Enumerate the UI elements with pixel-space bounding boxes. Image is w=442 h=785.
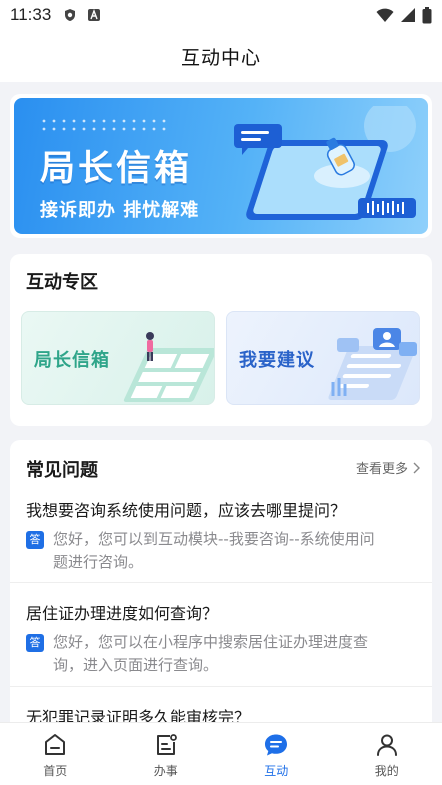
tab-label: 首页 <box>43 764 68 778</box>
chat-icon <box>265 734 288 756</box>
interact-zone-title-text: 互动专区 <box>26 272 98 293</box>
tab-home[interactable]: 首页 <box>0 723 111 785</box>
profile-icon <box>376 734 397 756</box>
faq-question: 居住证办理进度如何查询？ <box>26 604 219 623</box>
status-time: 11:33 <box>10 5 52 24</box>
faq-more-label: 查看更多 <box>355 462 408 477</box>
battery-icon <box>422 6 432 23</box>
services-icon <box>156 734 177 755</box>
director-mailbox-tile[interactable]: 局长信箱 <box>21 311 215 405</box>
suggestion-illustration <box>328 328 417 400</box>
faq-answer-line: 题进行咨询。 <box>53 553 144 571</box>
signal-icon <box>401 8 415 22</box>
shield-app-icon <box>65 9 76 21</box>
faq-answer: 您好，您可以在小程序中搜索居住证办理进度查 询，进入页面进行查询。 <box>53 631 421 677</box>
mailbox-illustration <box>123 332 214 402</box>
faq-title-text: 常见问题 <box>26 460 98 481</box>
tab-label: 办事 <box>153 764 178 778</box>
faq-more-link[interactable]: 查看更多 <box>356 458 420 477</box>
director-mailbox-banner[interactable]: 局长信箱 接诉即办 排忧解难 <box>14 98 428 234</box>
title-underline <box>28 481 62 485</box>
faq-title: 常见问题 <box>26 456 98 485</box>
tab-services[interactable]: 办事 <box>111 723 222 785</box>
faq-answer: 您好，您可以到互动模块--我要咨询--系统使用问 题进行咨询。 <box>53 528 421 574</box>
home-icon <box>45 734 66 755</box>
banner-title: 局长信箱 <box>40 149 193 189</box>
faq-answer-line: 您好，您可以到互动模块--我要咨询--系统使用问 <box>53 530 375 548</box>
divider <box>10 582 432 583</box>
answer-badge: 答 <box>26 634 44 652</box>
interact-zone-title: 互动专区 <box>26 268 98 297</box>
faq-card: 常见问题 查看更多 我想要咨询系统使用问题，应该去哪里提问？ 答 您好，您可以到… <box>10 440 432 740</box>
page-header: 互动中心 <box>0 30 442 82</box>
title-underline <box>28 293 62 297</box>
tab-interact[interactable]: 互动 <box>221 723 332 785</box>
divider <box>10 686 432 687</box>
suggestion-label: 我要建议 <box>239 350 315 371</box>
faq-answer-line: 询，进入页面进行查询。 <box>53 656 219 674</box>
wifi-icon <box>376 8 394 22</box>
banner-card[interactable]: 局长信箱 接诉即办 排忧解难 <box>10 94 432 238</box>
bottom-tab-bar: 首页 办事 互动 我的 <box>0 722 442 785</box>
banner-subtitle: 接诉即办 排忧解难 <box>40 200 200 221</box>
interact-zone-card: 互动专区 局长信箱 我要建议 <box>10 254 432 426</box>
tab-label: 互动 <box>264 764 289 778</box>
faq-answer-line: 您好，您可以在小程序中搜索居住证办理进度查 <box>53 633 369 651</box>
page-title: 互动中心 <box>180 46 261 69</box>
font-app-icon <box>88 9 101 21</box>
tab-label: 我的 <box>374 764 399 778</box>
tab-profile[interactable]: 我的 <box>332 723 442 785</box>
status-bar: 11:33 <box>0 0 442 30</box>
suggestion-tile[interactable]: 我要建议 <box>226 311 420 405</box>
faq-question: 我想要咨询系统使用问题，应该去哪里提问？ <box>26 501 347 520</box>
answer-badge: 答 <box>26 531 44 549</box>
chevron-right-icon <box>413 462 420 473</box>
phone-bottle-illustration <box>234 106 416 220</box>
director-mailbox-label: 局长信箱 <box>34 350 110 371</box>
dots-decoration <box>42 119 166 131</box>
